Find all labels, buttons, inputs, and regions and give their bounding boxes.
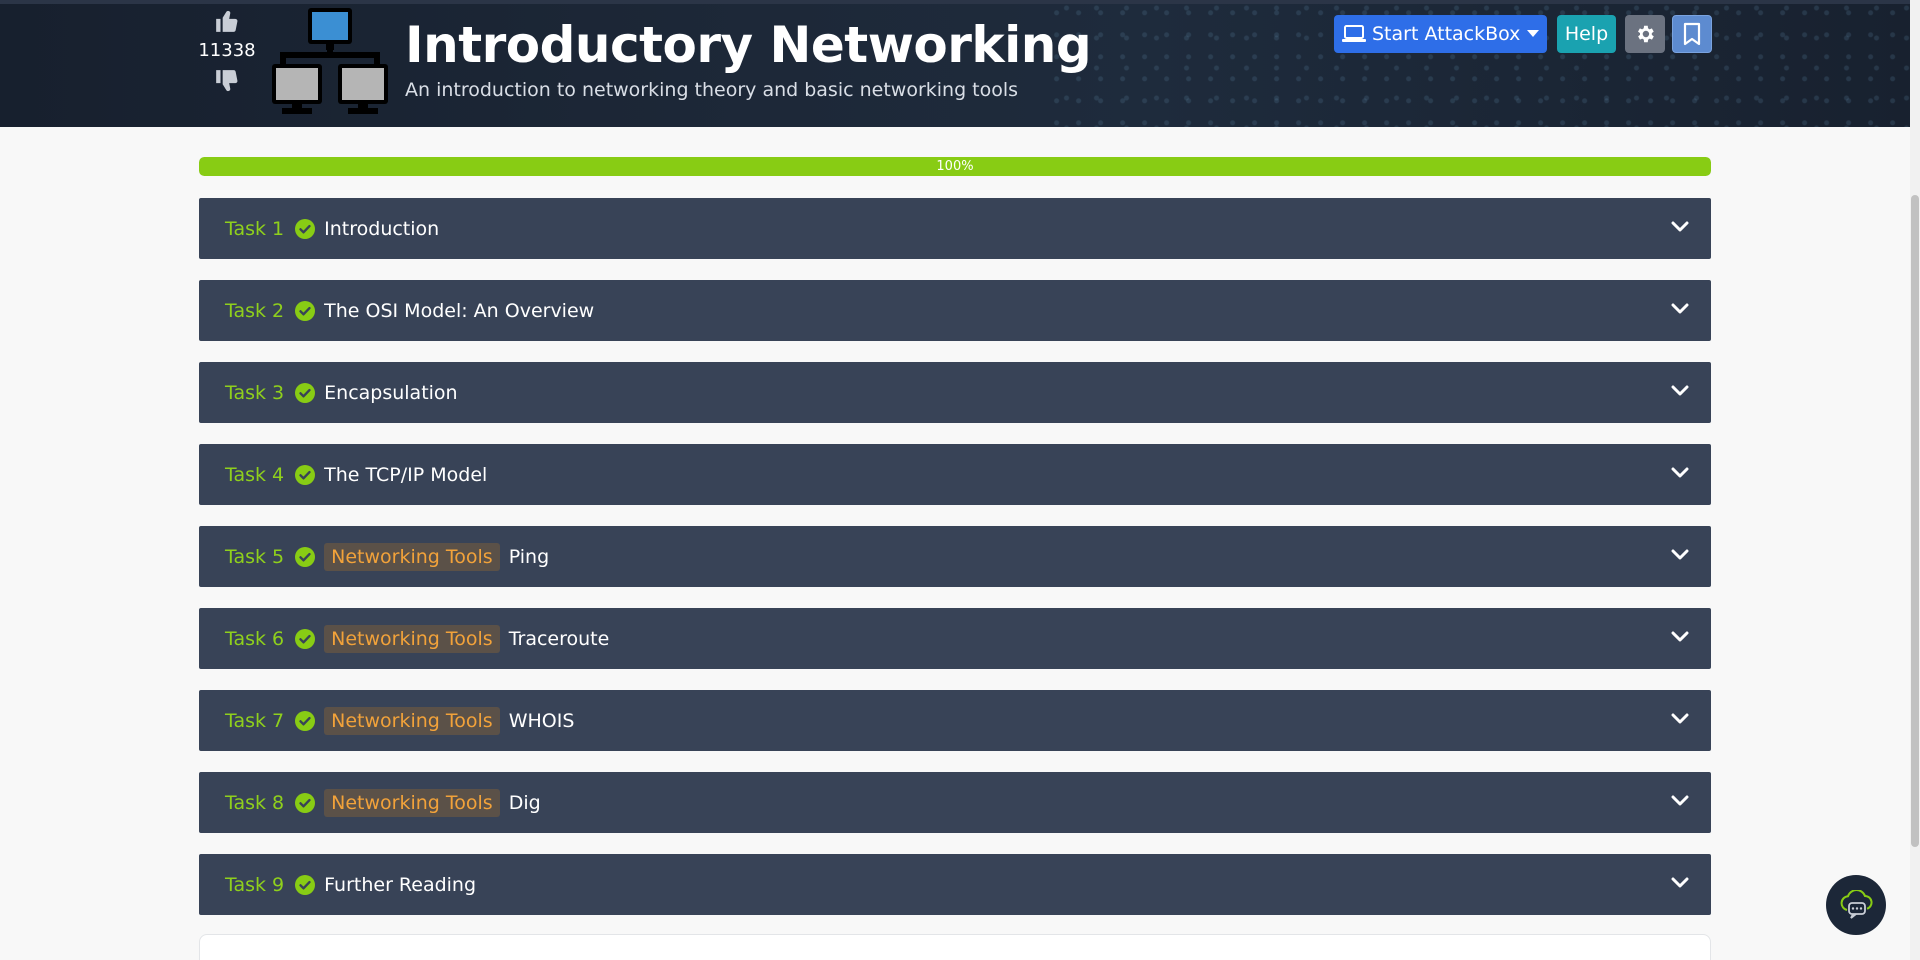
task-number: Task 9 [225,873,285,896]
thumbs-up-icon[interactable] [214,8,240,34]
bookmark-icon [1683,22,1701,46]
task-number: Task 8 [225,791,285,814]
task-title: WHOIS [508,709,575,732]
room-title: Introductory Networking [405,16,1092,74]
chevron-down-icon[interactable] [1671,712,1689,726]
chat-button[interactable] [1826,875,1886,935]
task-tag: Networking Tools [324,624,500,653]
progress-fill: 100% [199,157,1711,176]
check-circle-icon [295,546,316,567]
thumbs-down-icon[interactable] [214,68,240,94]
room-content-card [199,934,1711,960]
scrollbar-thumb[interactable] [1911,195,1919,847]
laptop-icon [1342,25,1366,42]
network-computers-icon [272,8,388,114]
task-tag: Networking Tools [324,788,500,817]
task-title: The OSI Model: An Overview [324,299,595,322]
task-tag: Networking Tools [324,542,500,571]
task-number: Task 7 [225,709,285,732]
task-title: Dig [508,791,541,814]
task-title: The TCP/IP Model [324,463,488,486]
start-attackbox-label: Start AttackBox [1372,23,1521,45]
settings-button[interactable] [1625,15,1665,53]
vote-widget: 11338 [196,8,258,94]
chevron-down-icon[interactable] [1671,384,1689,398]
check-circle-icon [295,218,316,239]
chat-icon [1840,890,1873,919]
caret-down-icon [1527,30,1539,37]
task-number: Task 2 [225,299,285,322]
check-circle-icon [295,300,316,321]
chevron-down-icon[interactable] [1671,794,1689,808]
chevron-down-icon[interactable] [1671,630,1689,644]
task-row[interactable]: Task 2 The OSI Model: An Overview [199,280,1711,341]
task-row[interactable]: Task 7 Networking Tools WHOIS [199,690,1711,751]
gear-icon [1638,25,1654,43]
check-circle-icon [295,382,316,403]
task-list: Task 1 Introduction Task 2 The OSI Model: A… [199,198,1711,936]
vote-count: 11338 [198,40,256,61]
task-title: Encapsulation [324,381,458,404]
room-subtitle: An introduction to networking theory and… [405,79,1019,101]
chevron-down-icon[interactable] [1671,548,1689,562]
task-row[interactable]: Task 5 Networking Tools Ping [199,526,1711,587]
chevron-down-icon[interactable] [1671,466,1689,480]
help-button[interactable]: Help [1557,15,1616,53]
chevron-down-icon[interactable] [1671,220,1689,234]
start-attackbox-button[interactable]: Start AttackBox [1334,15,1547,53]
task-title: Introduction [324,217,440,240]
room-header: 11338 Introductory Networking An introdu… [0,0,1910,127]
check-circle-icon [295,464,316,485]
task-row[interactable]: Task 8 Networking Tools Dig [199,772,1711,833]
task-title: Traceroute [508,627,610,650]
check-circle-icon [295,874,316,895]
task-row[interactable]: Task 6 Networking Tools Traceroute [199,608,1711,669]
room-progress-bar: 100% [199,157,1711,176]
check-circle-icon [295,628,316,649]
bookmark-button[interactable] [1672,15,1712,53]
check-circle-icon [295,710,316,731]
task-row[interactable]: Task 3 Encapsulation [199,362,1711,423]
task-tag: Networking Tools [324,706,500,735]
task-title: Further Reading [324,873,477,896]
attackbox-dropdown-toggle[interactable] [1519,15,1547,53]
chevron-down-icon[interactable] [1671,302,1689,316]
task-number: Task 5 [225,545,285,568]
check-circle-icon [295,792,316,813]
task-number: Task 6 [225,627,285,650]
task-number: Task 4 [225,463,285,486]
page-scrollbar[interactable] [1910,0,1920,960]
task-number: Task 1 [225,217,285,240]
task-title: Ping [508,545,550,568]
task-row[interactable]: Task 1 Introduction [199,198,1711,259]
task-number: Task 3 [225,381,285,404]
task-row[interactable]: Task 9 Further Reading [199,854,1711,915]
chevron-down-icon[interactable] [1671,876,1689,890]
task-row[interactable]: Task 4 The TCP/IP Model [199,444,1711,505]
